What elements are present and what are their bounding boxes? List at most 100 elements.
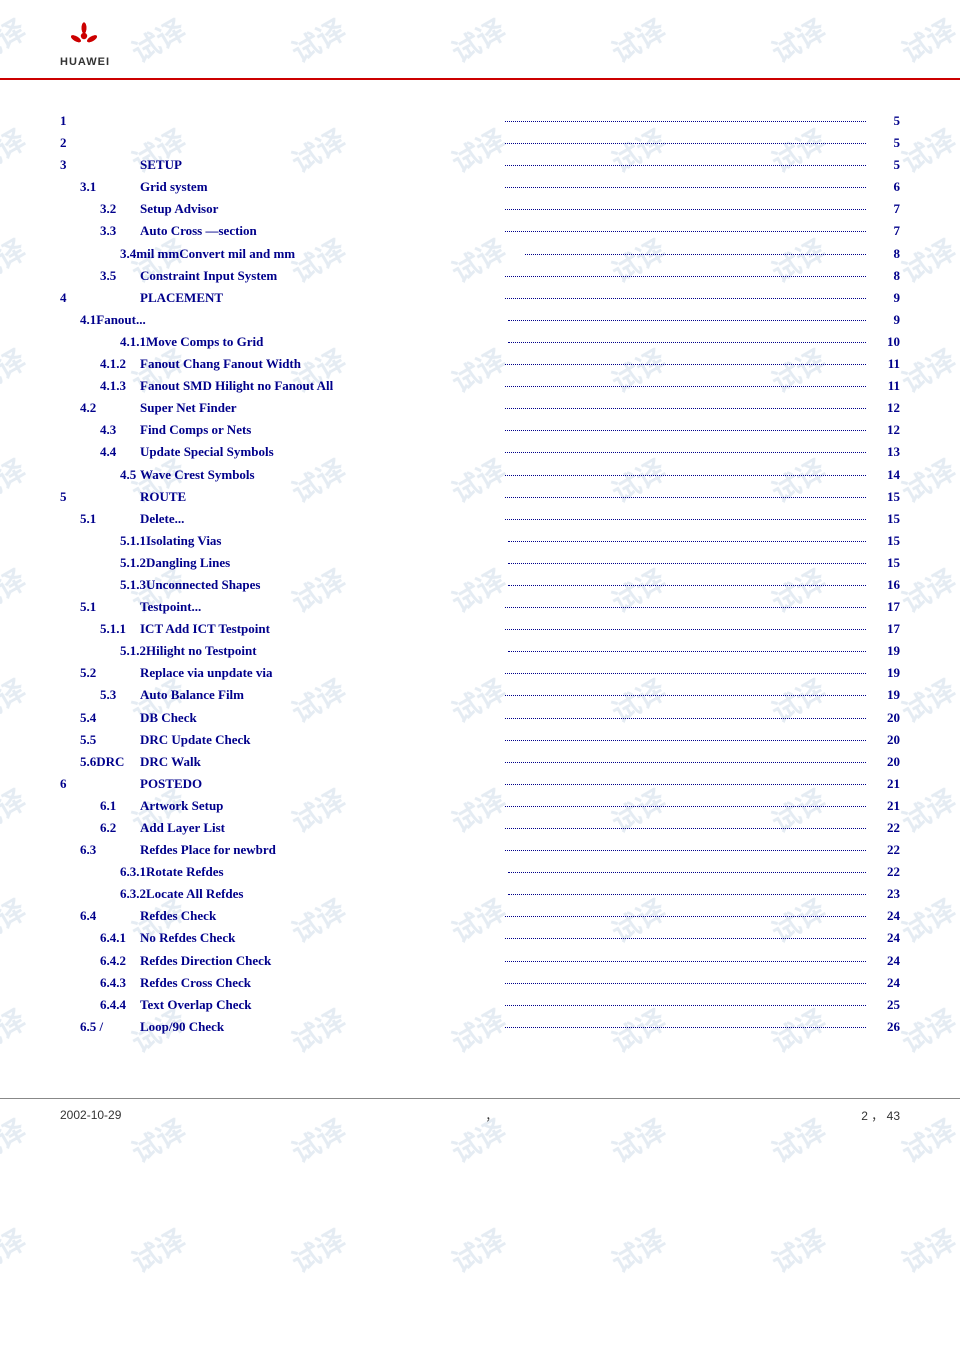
toc-title-34: Rotate Refdes (146, 861, 504, 883)
toc-title-37: No Refdes Check (140, 927, 501, 949)
toc-dots-32 (505, 828, 866, 829)
toc-number-32: 6.2 (60, 817, 140, 839)
toc-title-30: POSTEDO (140, 773, 501, 795)
toc-number-15: 4.4 (60, 441, 140, 463)
toc-entry-17: 5ROUTE15 (60, 486, 900, 508)
toc-number-12: 4.1.3 (60, 375, 140, 397)
toc-title-21: Unconnected Shapes (146, 574, 504, 596)
toc-page-23: 17 (870, 618, 900, 640)
toc-number-40: 6.4.4 (60, 994, 140, 1016)
toc-page-36: 24 (870, 905, 900, 927)
toc-entry-28: 5.5DRC Update Check20 (60, 729, 900, 751)
toc-number-2: 3 (60, 154, 140, 176)
toc-entry-15: 4.4Update Special Symbols13 (60, 441, 900, 463)
toc-dots-17 (505, 497, 866, 498)
toc-entry-21: 5.1.3Unconnected Shapes16 (60, 574, 900, 596)
toc-entry-30: 6POSTEDO21 (60, 773, 900, 795)
toc-entry-36: 6.4Refdes Check24 (60, 905, 900, 927)
toc-number-33: 6.3 (60, 839, 140, 861)
toc-container: 15253SETUP53.1Grid system63.2Setup Advis… (0, 80, 960, 1078)
toc-dots-5 (505, 231, 866, 232)
toc-entry-26: 5.3Auto Balance Film19 (60, 684, 900, 706)
toc-page-13: 12 (870, 397, 900, 419)
toc-dots-41 (505, 1027, 866, 1028)
toc-number-24: 5.1.2 (60, 640, 146, 662)
toc-number-29: 5.6DRC (60, 751, 140, 773)
toc-number-11: 4.1.2 (60, 353, 140, 375)
toc-dots-1 (505, 143, 866, 144)
toc-number-22: 5.1 (60, 596, 140, 618)
toc-number-28: 5.5 (60, 729, 140, 751)
toc-title-13: Super Net Finder (140, 397, 501, 419)
toc-number-37: 6.4.1 (60, 927, 140, 949)
toc-page-41: 26 (870, 1016, 900, 1038)
header: HUAWEI (0, 0, 960, 80)
toc-entry-20: 5.1.2Dangling Lines15 (60, 552, 900, 574)
toc-dots-3 (505, 187, 866, 188)
toc-entry-14: 4.3Find Comps or Nets12 (60, 419, 900, 441)
toc-number-8: 4 (60, 287, 140, 309)
toc-dots-15 (505, 452, 866, 453)
toc-title-39: Refdes Cross Check (140, 972, 501, 994)
toc-number-16: 4.5 (60, 464, 140, 486)
toc-number-10: 4.1.1 (60, 331, 146, 353)
toc-page-17: 15 (870, 486, 900, 508)
toc-page-35: 23 (870, 883, 900, 905)
toc-number-3: 3.1 (60, 176, 140, 198)
toc-page-16: 14 (870, 464, 900, 486)
toc-title-24: Hilight no Testpoint (146, 640, 504, 662)
toc-dots-36 (505, 916, 866, 917)
toc-page-6: 8 (870, 243, 900, 265)
toc-entry-6: 3.4mil mmConvert mil and mm8 (60, 243, 900, 265)
toc-title-16: Wave Crest Symbols (140, 464, 501, 486)
toc-page-18: 15 (870, 508, 900, 530)
toc-dots-35 (508, 894, 866, 895)
toc-page-33: 22 (870, 839, 900, 861)
toc-entry-2: 3SETUP5 (60, 154, 900, 176)
toc-title-41: Loop/90 Check (140, 1016, 501, 1038)
huawei-logo-icon (60, 18, 108, 54)
toc-title-22: Testpoint... (140, 596, 501, 618)
toc-page-27: 20 (870, 707, 900, 729)
toc-number-1: 2 (60, 132, 140, 154)
toc-dots-24 (508, 651, 866, 652)
toc-page-24: 19 (870, 640, 900, 662)
toc-number-27: 5.4 (60, 707, 140, 729)
toc-page-5: 7 (870, 220, 900, 242)
toc-dots-27 (505, 718, 866, 719)
toc-title-2: SETUP (140, 154, 501, 176)
toc-entry-31: 6.1Artwork Setup21 (60, 795, 900, 817)
toc-entry-19: 5.1.1Isolating Vias15 (60, 530, 900, 552)
toc-entry-29: 5.6DRCDRC Walk20 (60, 751, 900, 773)
toc-page-0: 5 (870, 110, 900, 132)
toc-dots-21 (508, 585, 866, 586)
toc-entry-23: 5.1.1ICT Add ICT Testpoint17 (60, 618, 900, 640)
toc-number-9: 4.1Fanout... (60, 309, 146, 331)
toc-title-18: Delete... (140, 508, 501, 530)
toc-title-31: Artwork Setup (140, 795, 501, 817)
toc-number-35: 6.3.2 (60, 883, 146, 905)
toc-entry-24: 5.1.2Hilight no Testpoint 19 (60, 640, 900, 662)
toc-page-22: 17 (870, 596, 900, 618)
toc-entry-18: 5.1Delete...15 (60, 508, 900, 530)
toc-number-31: 6.1 (60, 795, 140, 817)
toc-dots-40 (505, 1005, 866, 1006)
toc-title-29: DRC Walk (140, 751, 501, 773)
toc-dots-18 (505, 519, 866, 520)
toc-title-33: Refdes Place for newbrd (140, 839, 501, 861)
toc-entry-22: 5.1Testpoint... 17 (60, 596, 900, 618)
toc-number-7: 3.5 (60, 265, 140, 287)
toc-dots-20 (508, 563, 866, 564)
toc-dots-26 (505, 695, 866, 696)
toc-page-19: 15 (870, 530, 900, 552)
toc-number-17: 5 (60, 486, 140, 508)
toc-dots-2 (505, 165, 866, 166)
toc-title-40: Text Overlap Check (140, 994, 501, 1016)
toc-dots-13 (505, 408, 866, 409)
toc-number-20: 5.1.2 (60, 552, 146, 574)
toc-dots-11 (505, 364, 866, 365)
toc-number-38: 6.4.2 (60, 950, 140, 972)
toc-entry-12: 4.1.3Fanout SMD Hilight no Fanout All11 (60, 375, 900, 397)
toc-entry-9: 4.1Fanout...9 (60, 309, 900, 331)
toc-title-23: ICT Add ICT Testpoint (140, 618, 501, 640)
